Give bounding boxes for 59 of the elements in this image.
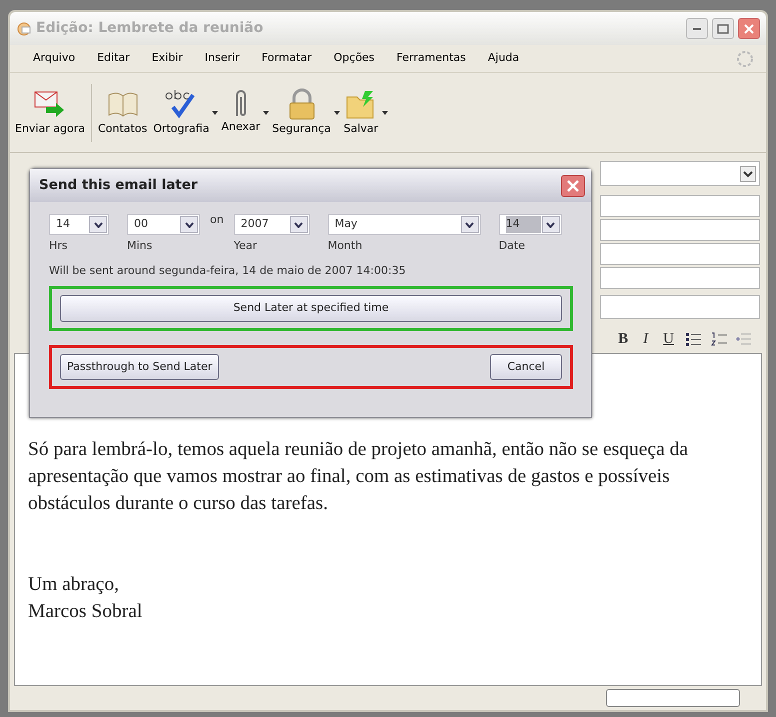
dialog-button[interactable]: Passthrough to Send Later <box>60 354 220 380</box>
minimize-button[interactable] <box>686 18 708 39</box>
field-label: Year <box>234 238 258 254</box>
close-button[interactable] <box>738 18 760 39</box>
dropdown-caret-icon[interactable] <box>212 110 218 114</box>
app-icon <box>16 20 32 36</box>
dropdown-field[interactable]: May <box>328 214 481 235</box>
toolbar-button[interactable]: Enviar agora <box>12 83 88 142</box>
menu-item[interactable]: Ferramentas <box>386 48 477 69</box>
menu-item[interactable]: Arquivo <box>22 48 86 69</box>
field-label: Date <box>498 238 526 254</box>
menu-item[interactable]: Exibir <box>140 48 194 69</box>
close-icon <box>567 180 579 192</box>
dropdown-caret-icon[interactable] <box>382 110 388 114</box>
dropdown-caret-icon[interactable] <box>334 110 340 114</box>
close-icon <box>744 24 754 34</box>
dialog-button[interactable]: Send Later at specified time <box>60 295 562 322</box>
schedule-info: Will be sent around segunda-feira, 14 de maio de 2007 14:00:35 <box>49 262 407 278</box>
dropdown-field[interactable]: 14 <box>49 214 109 235</box>
dropdown-field[interactable]: 2007 <box>234 214 310 235</box>
field-label: Month <box>328 238 364 254</box>
dropdown-caret-icon[interactable] <box>263 110 270 114</box>
minimize-icon <box>693 28 701 30</box>
on-label: on <box>210 212 224 228</box>
menu-item[interactable]: Inserir <box>194 48 251 69</box>
address-field[interactable] <box>600 219 760 241</box>
bullet-list-icon[interactable] <box>686 332 702 346</box>
maximize-icon <box>717 24 729 34</box>
format-button[interactable]: B <box>615 328 632 350</box>
toolbar-button[interactable]: Anexar <box>218 85 264 140</box>
maximize-button[interactable] <box>712 18 734 39</box>
toolbar-button[interactable]: Salvar <box>340 83 382 142</box>
menu-item[interactable]: Editar <box>86 48 141 69</box>
numbered-list-icon[interactable] <box>711 332 727 346</box>
address-field[interactable] <box>600 267 760 289</box>
dialog-button[interactable]: Cancel <box>490 354 562 380</box>
format-button[interactable]: U <box>660 328 677 350</box>
menu-item[interactable]: Ajuda <box>476 48 530 69</box>
toolbar-button[interactable]: Segurança <box>269 83 334 142</box>
body-paragraph: Um abraço, Marcos Sobral <box>28 573 144 624</box>
format-button[interactable]: I <box>640 328 652 350</box>
dialog-title: Send this email later <box>39 176 198 196</box>
indent-icon[interactable] <box>736 332 752 346</box>
toolbar-button[interactable]: Ortografia <box>150 83 212 142</box>
throbber-icon <box>736 50 754 68</box>
address-field[interactable] <box>600 195 760 217</box>
subject-field[interactable] <box>600 295 760 319</box>
menu-item[interactable]: Formatar <box>250 48 323 69</box>
body-paragraph: Só para lembrá-lo, temos aquela reunião de projeto amanhã, então não se esqueça da apresentação que vamos mostrar ao final, com as estimativas de gastos e possíveis obstáculos durante o curso das tarefas. <box>28 438 690 516</box>
field-label: Mins <box>127 238 154 254</box>
window-title: Edição: Lembrete da reunião <box>36 19 264 38</box>
address-field[interactable] <box>600 161 760 186</box>
close-button[interactable] <box>561 174 585 196</box>
menu-item[interactable]: Opções <box>322 48 386 69</box>
address-field[interactable] <box>600 243 760 265</box>
dropdown-field[interactable]: 00 <box>127 214 200 235</box>
dropdown-field[interactable]: 14 <box>498 214 562 235</box>
toolbar-button[interactable]: Contatos <box>94 83 150 142</box>
field-label: Hrs <box>49 238 69 254</box>
